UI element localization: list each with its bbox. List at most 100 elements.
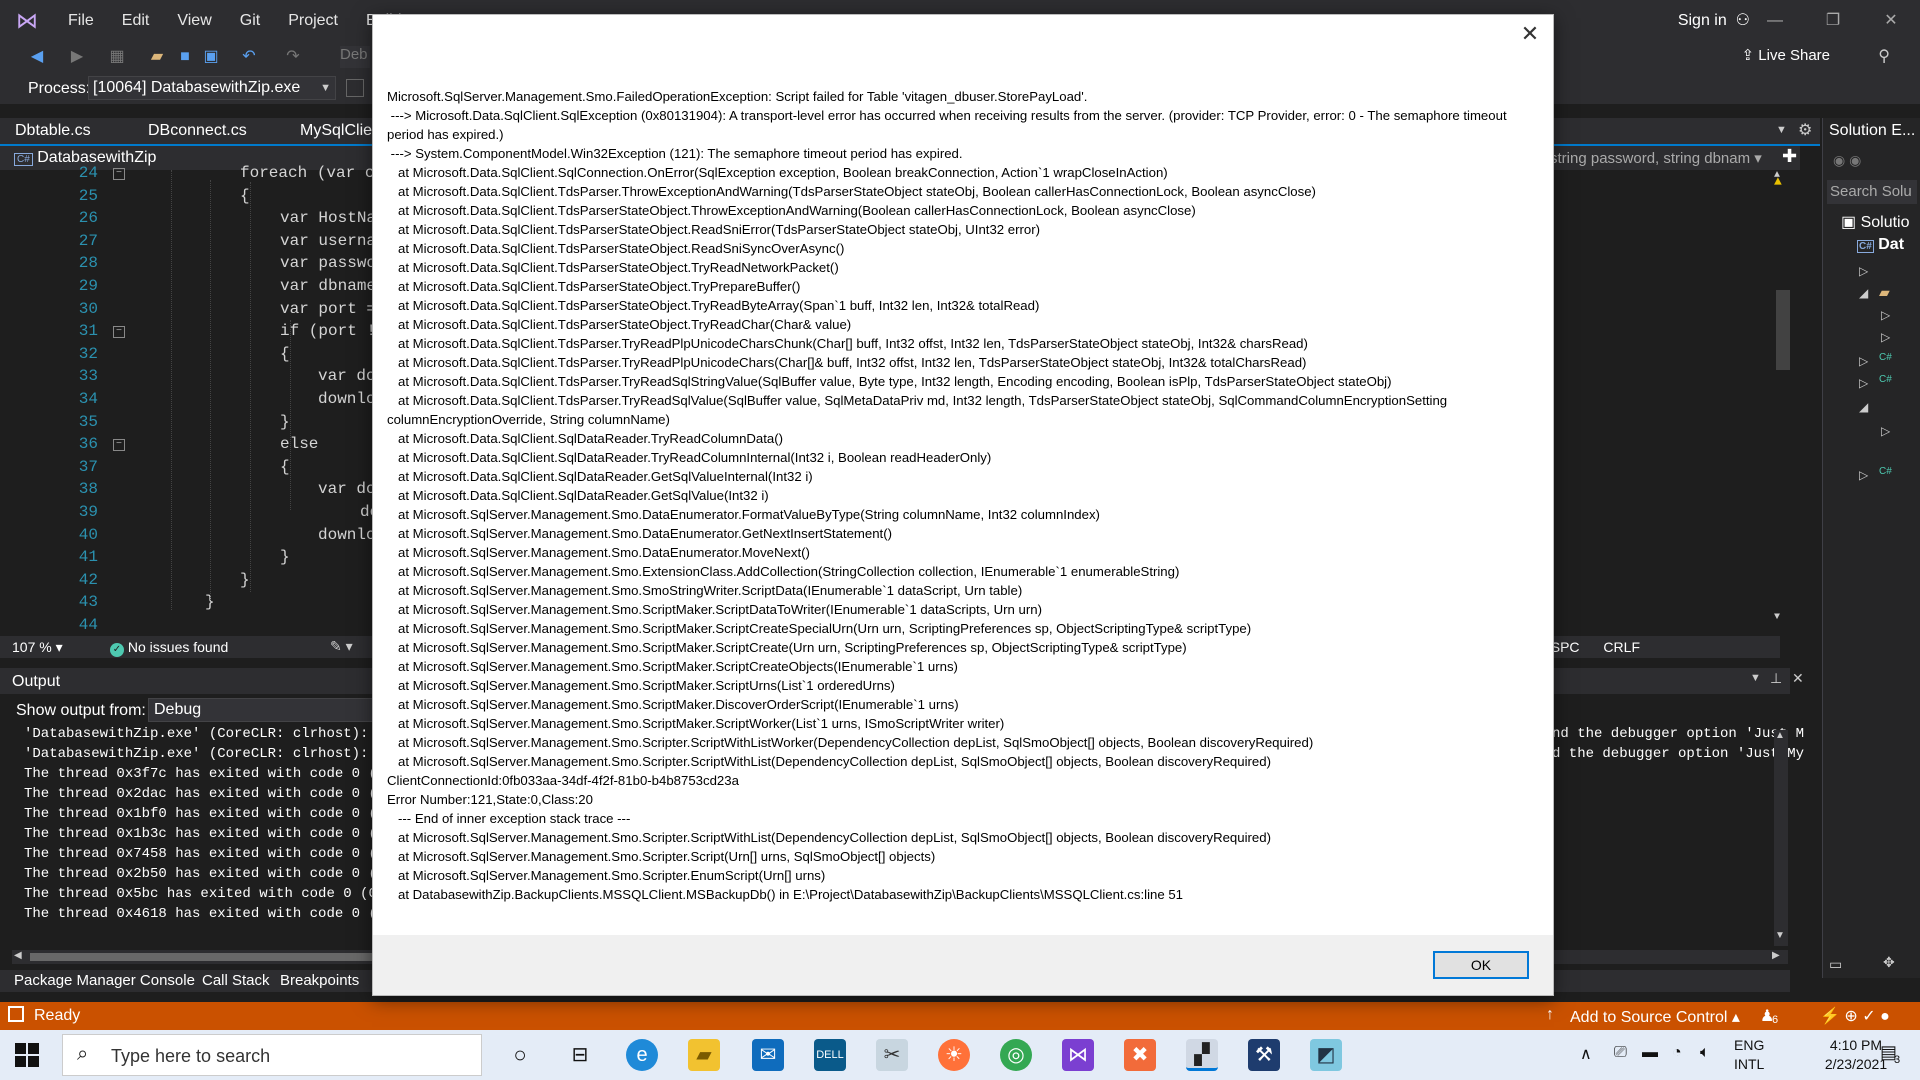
team-explorer-icon[interactable]: ✥ xyxy=(1883,954,1895,971)
sign-in-link[interactable]: Sign in ⚇ xyxy=(1678,0,1750,42)
scroll-thumb[interactable] xyxy=(1776,290,1790,370)
tools-app-icon[interactable]: ✂ xyxy=(876,1039,908,1071)
menu-view[interactable]: View xyxy=(163,0,225,42)
new-project-icon[interactable]: ▦ xyxy=(108,48,126,66)
firefox-icon[interactable]: ☀ xyxy=(938,1039,970,1071)
forward-icon[interactable]: ▶ xyxy=(68,48,86,66)
tree-expand-icon[interactable]: ▷ xyxy=(1859,468,1868,482)
file-explorer-icon[interactable]: ▰ xyxy=(688,1039,720,1071)
scroll-left-icon[interactable]: ◀ xyxy=(14,950,22,961)
scroll-thumb[interactable] xyxy=(30,953,382,961)
tree-expand-icon[interactable]: ▷ xyxy=(1859,354,1868,368)
live-share-button[interactable]: ⇪ Live Share xyxy=(1742,46,1830,64)
output-line: The thread 0x4618 has exited with code 0… xyxy=(24,906,394,922)
navigate-back-icon[interactable]: ◉ ◉ xyxy=(1833,152,1861,169)
open-folder-icon[interactable]: ▰ xyxy=(148,48,166,66)
volume-icon[interactable]: 🔈︎ xyxy=(1700,1044,1710,1062)
code-line: foreach (var c xyxy=(240,164,375,182)
scroll-down-icon[interactable]: ▼ xyxy=(1774,612,1780,623)
fold-toggle-icon[interactable]: − xyxy=(113,439,125,452)
app-icon[interactable]: ◩ xyxy=(1310,1039,1342,1071)
gear-icon[interactable]: ⚙ xyxy=(1798,120,1812,140)
line-number: 36 xyxy=(78,435,98,454)
dell-icon[interactable]: DELL xyxy=(814,1039,846,1071)
edge-browser-icon[interactable]: e xyxy=(626,1039,658,1071)
menu-file[interactable]: File xyxy=(54,0,108,42)
chrome-icon[interactable]: ◎ xyxy=(1000,1039,1032,1071)
editor-vertical-scrollbar[interactable]: ▲ ▲ ▼ xyxy=(1772,170,1792,630)
scroll-up-icon[interactable]: ▲ xyxy=(1775,730,1785,741)
remote-desktop-icon[interactable]: ▞ xyxy=(1186,1039,1218,1071)
issues-indicator[interactable]: ✓ No issues found xyxy=(110,639,228,657)
sql-server-management-icon[interactable]: ⚒ xyxy=(1248,1039,1280,1071)
scroll-down-icon[interactable]: ▼ xyxy=(1775,930,1785,941)
battery-icon[interactable]: ▬ xyxy=(1642,1044,1658,1062)
output-title: Output xyxy=(12,673,61,690)
solution-root-item[interactable]: ▣ Solutio xyxy=(1841,212,1909,232)
tab-package-manager-console[interactable]: Package Manager Console xyxy=(14,972,195,989)
close-panel-icon[interactable]: ✕ xyxy=(1792,670,1804,687)
line-number: 32 xyxy=(78,344,98,363)
process-select[interactable]: [10064] DatabasewithZip.exe ▼ xyxy=(88,76,336,100)
restore-icon[interactable]: ❐ xyxy=(1804,0,1862,42)
tab-call-stack[interactable]: Call Stack xyxy=(202,972,270,989)
tree-expand-icon[interactable]: ▷ xyxy=(1859,264,1868,278)
zoom-level[interactable]: 107 % ▾ xyxy=(12,639,63,656)
cortana-icon[interactable]: ○ xyxy=(504,1039,536,1071)
windows-start-icon[interactable] xyxy=(14,1042,40,1068)
feedback-icon[interactable]: ⚲ xyxy=(1878,46,1890,66)
back-icon[interactable]: ◀ xyxy=(28,48,46,66)
split-editor-icon[interactable]: ✚ xyxy=(1782,146,1797,167)
tray-device-icon[interactable]: ⎚ xyxy=(1614,1044,1627,1062)
save-all-icon[interactable]: ▣ xyxy=(202,48,220,66)
undo-icon[interactable]: ↶ xyxy=(240,48,258,66)
tab-dbtable[interactable]: Dbtable.cs xyxy=(15,122,91,140)
close-window-icon[interactable]: ✕ xyxy=(1862,0,1920,42)
pin-icon[interactable]: ⊥ xyxy=(1770,670,1782,687)
tree-expand-icon[interactable]: ▷ xyxy=(1881,308,1890,322)
issues-label: No issues found xyxy=(127,639,229,655)
solution-project-item[interactable]: C# Dat xyxy=(1857,236,1904,254)
properties-icon[interactable]: ▭ xyxy=(1829,956,1842,973)
panel-options-icon[interactable]: ▼ xyxy=(1750,672,1761,684)
tree-expand-icon[interactable]: ▷ xyxy=(1859,376,1868,390)
output-source-select[interactable]: Debug xyxy=(148,698,378,722)
mail-icon[interactable]: ✉ xyxy=(752,1039,784,1071)
tree-expand-icon[interactable]: ▷ xyxy=(1881,330,1890,344)
visual-studio-logo-icon[interactable]: ⋈ xyxy=(14,8,40,34)
tree-collapse-icon[interactable]: ◢ xyxy=(1859,400,1868,414)
redo-icon[interactable]: ↷ xyxy=(284,48,302,66)
menu-git[interactable]: Git xyxy=(226,0,274,42)
tab-dbconnect[interactable]: DBconnect.cs xyxy=(148,122,247,140)
close-icon[interactable]: ✕ xyxy=(1517,21,1543,47)
tab-breakpoints[interactable]: Breakpoints xyxy=(280,972,359,989)
menu-project[interactable]: Project xyxy=(274,0,352,42)
input-language[interactable]: ENG INTL xyxy=(1734,1036,1764,1074)
visual-studio-taskbar-icon[interactable]: ⋈ xyxy=(1062,1039,1094,1071)
tab-mysqlclient[interactable]: MySqlClier xyxy=(300,122,377,140)
add-to-source-control-button[interactable]: Add to Source Control ▴ xyxy=(1570,1007,1740,1027)
output-vertical-scrollbar[interactable]: ▲ ▼ xyxy=(1774,730,1788,946)
member-dropdown[interactable]: string password, string dbnam ▾ xyxy=(1550,149,1762,167)
tree-collapse-icon[interactable]: ◢ xyxy=(1859,286,1868,300)
menu-edit[interactable]: Edit xyxy=(108,0,164,42)
configuration-dropdown[interactable]: Deb xyxy=(340,46,370,68)
git-icon[interactable]: ⚡ ⊕ ✓ ● xyxy=(1820,1006,1890,1026)
wifi-icon[interactable]: ◔ xyxy=(1672,1044,1682,1062)
task-view-icon[interactable]: ⊟ xyxy=(564,1039,596,1071)
tray-chevron-icon[interactable]: ∧ xyxy=(1580,1044,1592,1064)
scroll-right-icon[interactable]: ▶ xyxy=(1772,950,1780,961)
tab-overflow-icon[interactable]: ▼ xyxy=(1776,124,1787,136)
toggle-thread-icon[interactable] xyxy=(346,79,364,97)
taskbar-search-input[interactable]: ⌕ Type here to search xyxy=(62,1034,482,1076)
solution-search-input[interactable]: Search Solu xyxy=(1827,180,1917,204)
ok-button[interactable]: OK xyxy=(1433,951,1529,979)
minimize-icon[interactable]: — xyxy=(1746,0,1804,42)
tree-expand-icon[interactable]: ▷ xyxy=(1881,424,1890,438)
process-label: Process: xyxy=(28,80,91,97)
brush-icon[interactable]: ✎ ▾ xyxy=(330,638,353,655)
xampp-icon[interactable]: ✖ xyxy=(1124,1039,1156,1071)
fold-toggle-icon[interactable]: − xyxy=(113,326,125,339)
fold-toggle-icon[interactable]: − xyxy=(113,168,125,180)
save-icon[interactable]: ■ xyxy=(176,48,194,66)
